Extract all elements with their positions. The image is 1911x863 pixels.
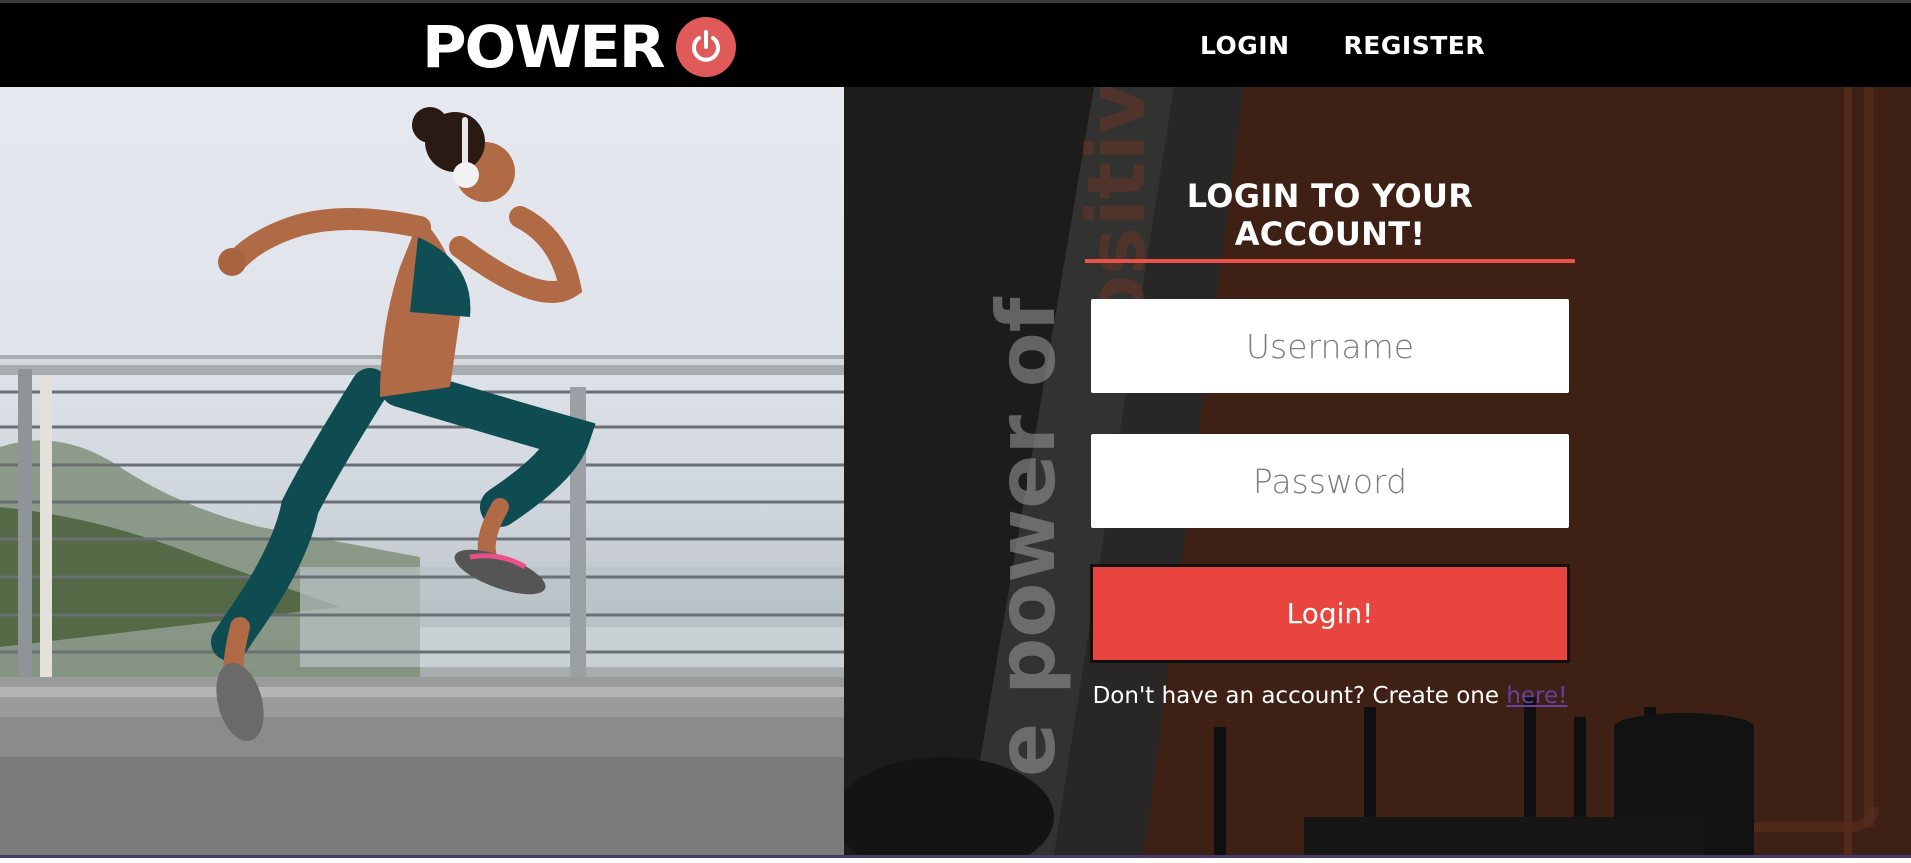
running-scene-illustration: [0, 107, 844, 855]
power-symbol-icon: [676, 17, 737, 77]
signup-prompt: Don't have an account? Create one here!: [1085, 683, 1575, 709]
signup-prompt-text: Don't have an account? Create one: [1092, 683, 1507, 709]
top-navbar: POWER LOGIN REGISTER: [0, 0, 1911, 87]
nav-register-link[interactable]: REGISTER: [1344, 31, 1486, 60]
nav-links: LOGIN REGISTER: [1200, 31, 1485, 60]
woman-running-photo: [0, 87, 844, 855]
bottom-border: [0, 855, 1911, 863]
nav-login-link[interactable]: LOGIN: [1200, 31, 1290, 60]
login-title: LOGIN TO YOUR ACCOUNT!: [1085, 177, 1575, 263]
signup-link[interactable]: here!: [1506, 683, 1567, 709]
login-panel: e power of positive LOGIN TO YOUR ACCOUN…: [844, 87, 1911, 855]
password-input[interactable]: [1091, 434, 1569, 528]
login-submit-button[interactable]: Login!: [1090, 564, 1570, 663]
brand-wordmark: POWER: [422, 13, 666, 81]
login-form: LOGIN TO YOUR ACCOUNT! Login! Don't have…: [1085, 177, 1575, 709]
username-input[interactable]: [1091, 299, 1569, 393]
brand-logo[interactable]: POWER: [422, 13, 737, 81]
